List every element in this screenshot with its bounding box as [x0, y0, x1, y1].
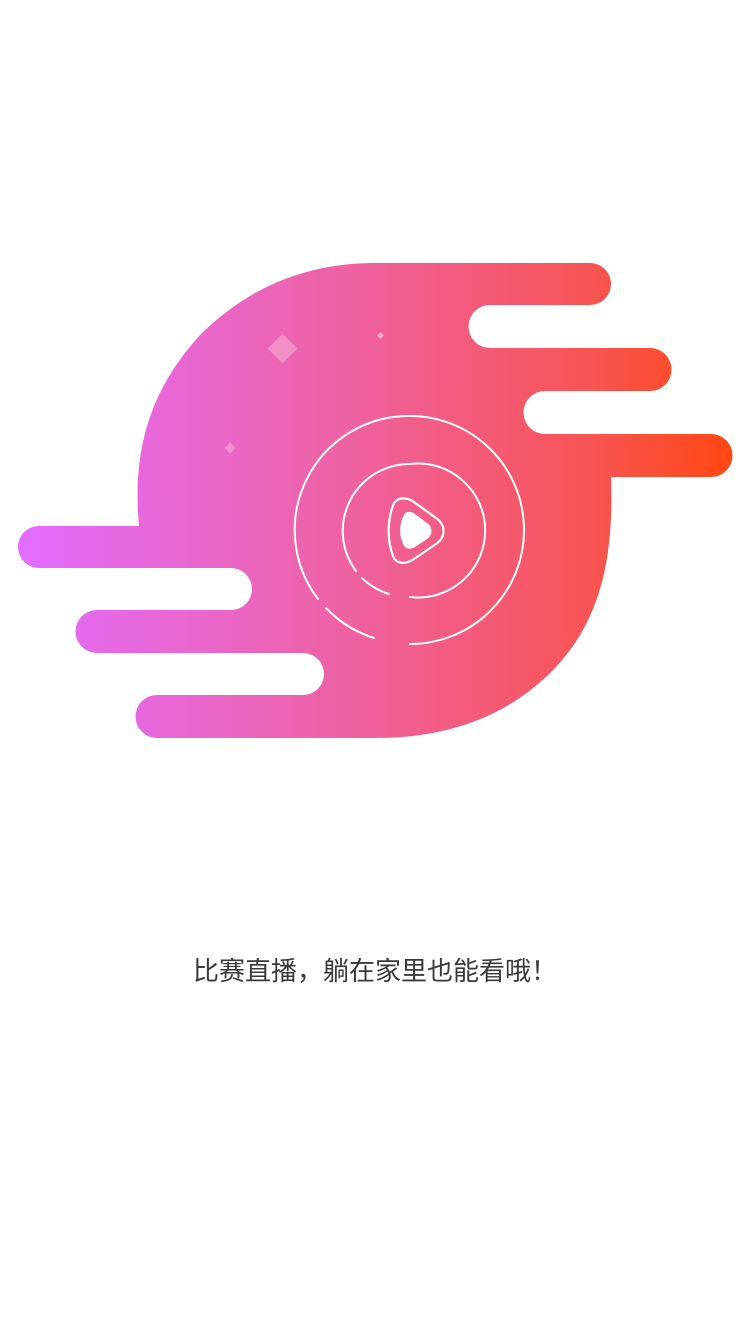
caption-text: 比赛直播，躺在家里也能看哦！: [192, 957, 557, 987]
blob-shape: [18, 263, 733, 738]
live-stream-illustration: [18, 263, 733, 738]
onboarding-screen: 比赛直播，躺在家里也能看哦！: [0, 0, 750, 1334]
hero-illustration: [0, 0, 750, 800]
